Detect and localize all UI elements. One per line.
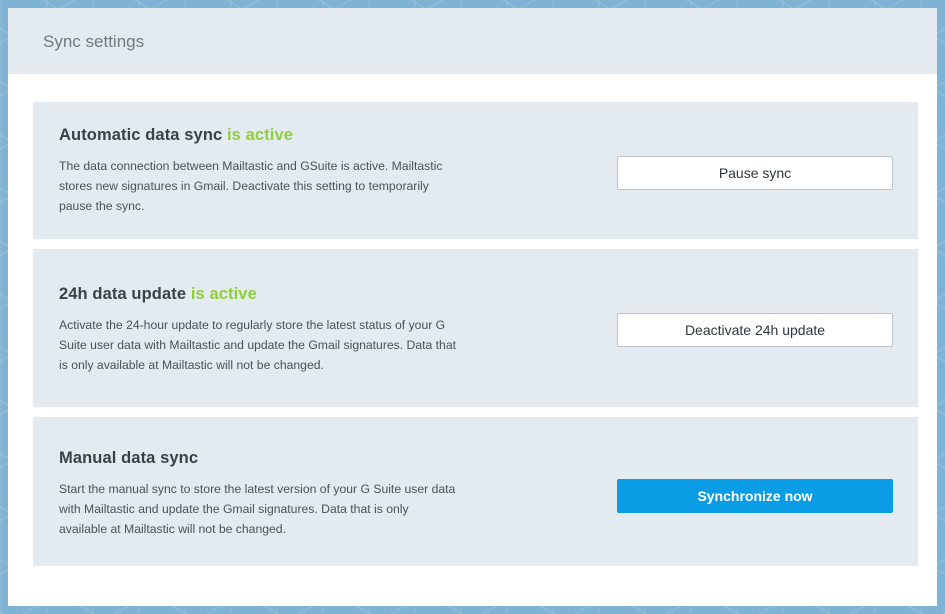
automatic-sync-description: The data connection between Mailtastic a… <box>59 159 443 213</box>
synchronize-now-button[interactable]: Synchronize now <box>617 479 893 513</box>
daily-update-card: 24h data update is active Activate the 2… <box>33 249 918 407</box>
daily-update-status: is active <box>190 285 257 303</box>
deactivate-24h-update-button[interactable]: Deactivate 24h update <box>617 313 893 347</box>
automatic-sync-title: Automatic data sync is active <box>59 126 459 145</box>
manual-sync-title: Manual data sync <box>59 449 459 468</box>
dialog-header: Sync settings <box>8 8 937 74</box>
manual-sync-title-label: Manual data sync <box>59 449 199 467</box>
automatic-sync-title-label: Automatic data sync <box>59 126 223 144</box>
daily-update-title: 24h data update is active <box>59 285 459 304</box>
daily-update-text: 24h data update is active Activate the 2… <box>59 285 459 375</box>
manual-sync-text: Manual data sync Start the manual sync t… <box>59 449 459 539</box>
dialog-title: Sync settings <box>43 32 145 51</box>
daily-update-description: Activate the 24-hour update to regularly… <box>59 318 456 372</box>
automatic-sync-status: is active <box>226 126 293 144</box>
daily-update-title-label: 24h data update <box>59 285 187 303</box>
sync-settings-dialog: Sync settings Automatic data sync is act… <box>8 8 937 606</box>
pause-sync-button[interactable]: Pause sync <box>617 156 893 190</box>
manual-sync-card: Manual data sync Start the manual sync t… <box>33 417 918 566</box>
automatic-sync-text: Automatic data sync is active The data c… <box>59 126 459 216</box>
manual-sync-description: Start the manual sync to store the lates… <box>59 482 456 536</box>
automatic-sync-card: Automatic data sync is active The data c… <box>33 102 918 239</box>
